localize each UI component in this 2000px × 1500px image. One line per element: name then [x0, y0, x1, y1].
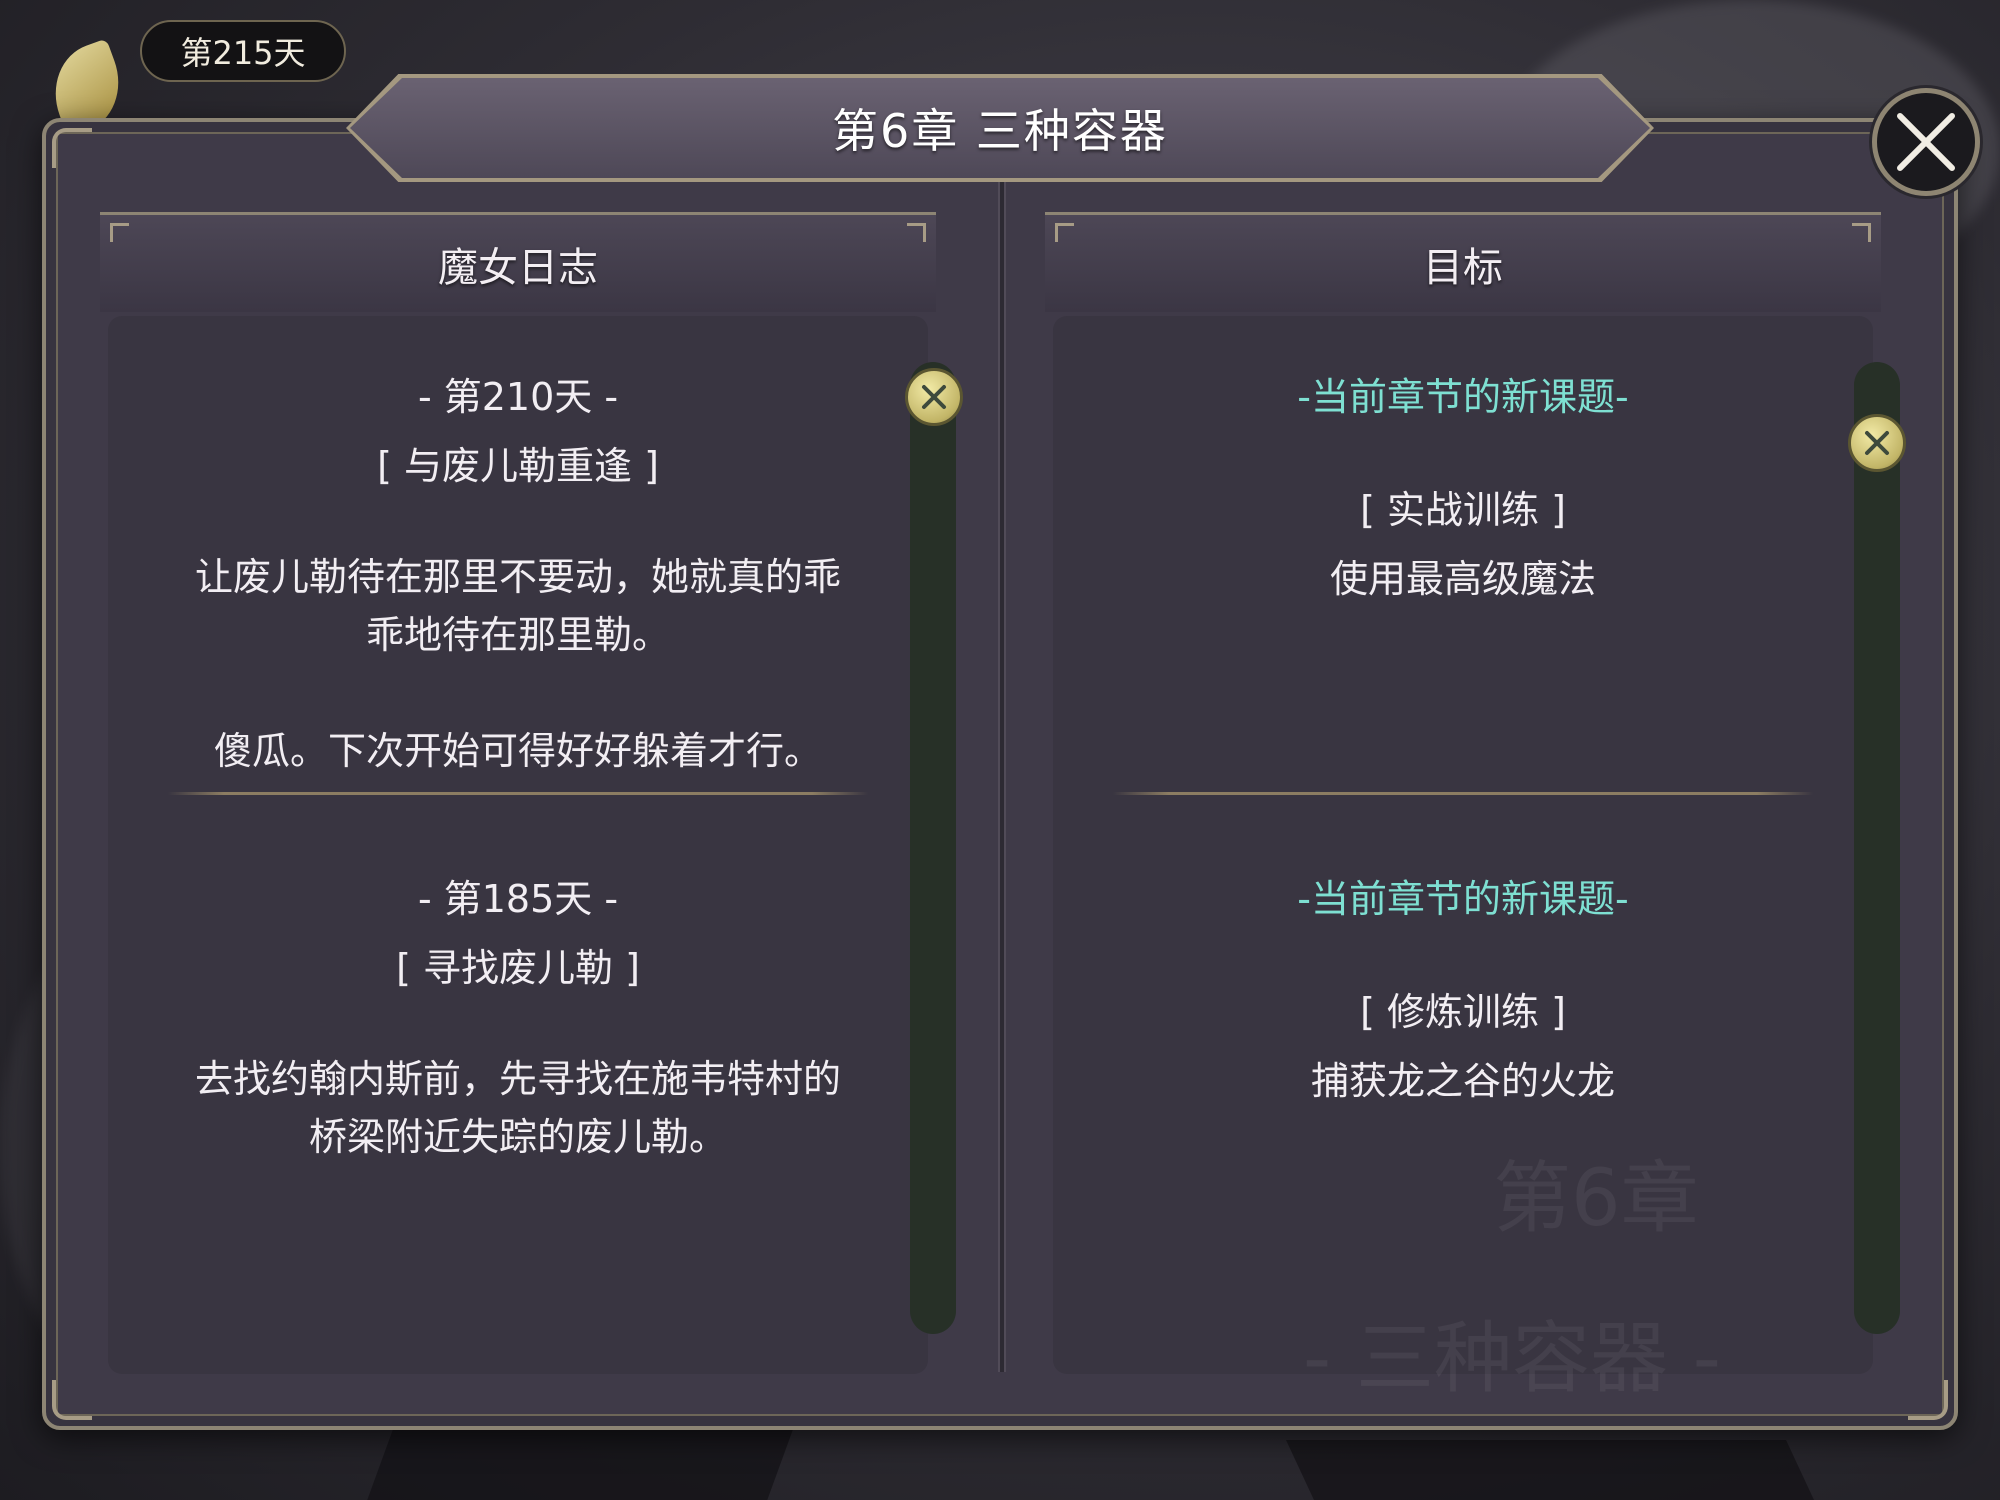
close-icon — [1865, 431, 1889, 455]
objectives-panel-header: 目标 — [1045, 212, 1881, 312]
journal-scrollbar[interactable] — [910, 362, 956, 1334]
journal-panel: 魔女日志 - 第210天 - [ 与废儿勒重逢 ] 让废儿勒待在那里不要动，她就… — [100, 212, 936, 1374]
frame-ornament — [52, 1380, 92, 1420]
journal-entry: - 第210天 - [ 与废儿勒重逢 ] 让废儿勒待在那里不要动，她就真的乖 乖… — [108, 366, 928, 780]
chapter-title: 第6章 三种容器 — [832, 104, 1168, 158]
journal-entry-day: - 第210天 - — [417, 375, 619, 419]
objective-description: 捕获龙之谷的火龙 — [1310, 1059, 1615, 1103]
objective-item: -当前章节的新课题- [ 修炼训练 ] 捕获龙之谷的火龙 — [1053, 868, 1873, 1105]
objective-name: [ 修炼训练 ] — [1360, 990, 1566, 1034]
journal-scroll-thumb[interactable] — [905, 368, 963, 426]
background-rock — [367, 1430, 793, 1500]
objective-description: 使用最高级魔法 — [1329, 557, 1596, 601]
frame-ornament — [1908, 1380, 1948, 1420]
close-button[interactable] — [1872, 88, 1980, 196]
panel-divider — [998, 182, 1006, 1372]
journal-entry-text-line: 乖地待在那里勒。 — [365, 613, 670, 657]
day-counter-text: 第215天 — [180, 34, 306, 72]
objectives-panel: 目标 第6章 - 三种容器 - -当前章节的新课题- [ 实战训练 ] 使用最高… — [1045, 212, 1881, 1404]
journal-entry-text-line: 让废儿勒待在那里不要动，她就真的乖 — [194, 555, 841, 599]
background-rock — [1286, 1440, 1814, 1500]
journal-header-title: 魔女日志 — [438, 244, 598, 291]
journal-entry-subtitle: [ 与废儿勒重逢 ] — [377, 444, 659, 488]
journal-entry-text-line: 去找约翰内斯前，先寻找在施韦特村的 — [194, 1057, 841, 1101]
objectives-panel-body[interactable]: 第6章 - 三种容器 - -当前章节的新课题- [ 实战训练 ] 使用最高级魔法… — [1053, 316, 1873, 1404]
journal-panel-header: 魔女日志 — [100, 212, 936, 312]
day-counter-badge: 第215天 — [140, 20, 346, 82]
journal-entry-subtitle: [ 寻找废儿勒 ] — [396, 946, 640, 990]
journal-panel-body[interactable]: - 第210天 - [ 与废儿勒重逢 ] 让废儿勒待在那里不要动，她就真的乖 乖… — [108, 316, 928, 1374]
objective-name: [ 实战训练 ] — [1360, 488, 1566, 532]
journal-entry-text-line: 桥梁附近失踪的废儿勒。 — [308, 1115, 727, 1159]
objectives-header-title: 目标 — [1423, 244, 1503, 291]
journal-entry-text: 去找约翰内斯前，先寻找在施韦特村的 桥梁附近失踪的废儿勒。 — [108, 1050, 928, 1166]
chapter-watermark: 第6章 — [1493, 1154, 1699, 1244]
entry-separator — [168, 792, 868, 795]
objective-item: -当前章节的新课题- [ 实战训练 ] 使用最高级魔法 — [1053, 366, 1873, 603]
objectives-scrollbar[interactable] — [1854, 362, 1900, 1334]
objective-separator — [1113, 792, 1813, 795]
journal-entry-day: - 第185天 - — [417, 877, 619, 921]
objective-heading: -当前章节的新课题- — [1297, 375, 1629, 419]
journal-entry: - 第185天 - [ 寻找废儿勒 ] 去找约翰内斯前，先寻找在施韦特村的 桥梁… — [108, 868, 928, 1166]
close-icon — [922, 385, 946, 409]
frame-ornament — [52, 128, 92, 168]
chapter-title-watermark: - 三种容器 - — [1303, 1314, 1721, 1404]
objective-heading: -当前章节的新课题- — [1297, 877, 1629, 921]
close-icon — [1897, 113, 1955, 171]
journal-entry-text: 让废儿勒待在那里不要动，她就真的乖 乖地待在那里勒。 — [108, 548, 928, 664]
title-banner: 第6章 三种容器 — [350, 78, 1650, 178]
objectives-scroll-thumb[interactable] — [1848, 414, 1906, 472]
journal-entry-text-2: 傻瓜。下次开始可得好好躲着才行。 — [213, 729, 822, 773]
